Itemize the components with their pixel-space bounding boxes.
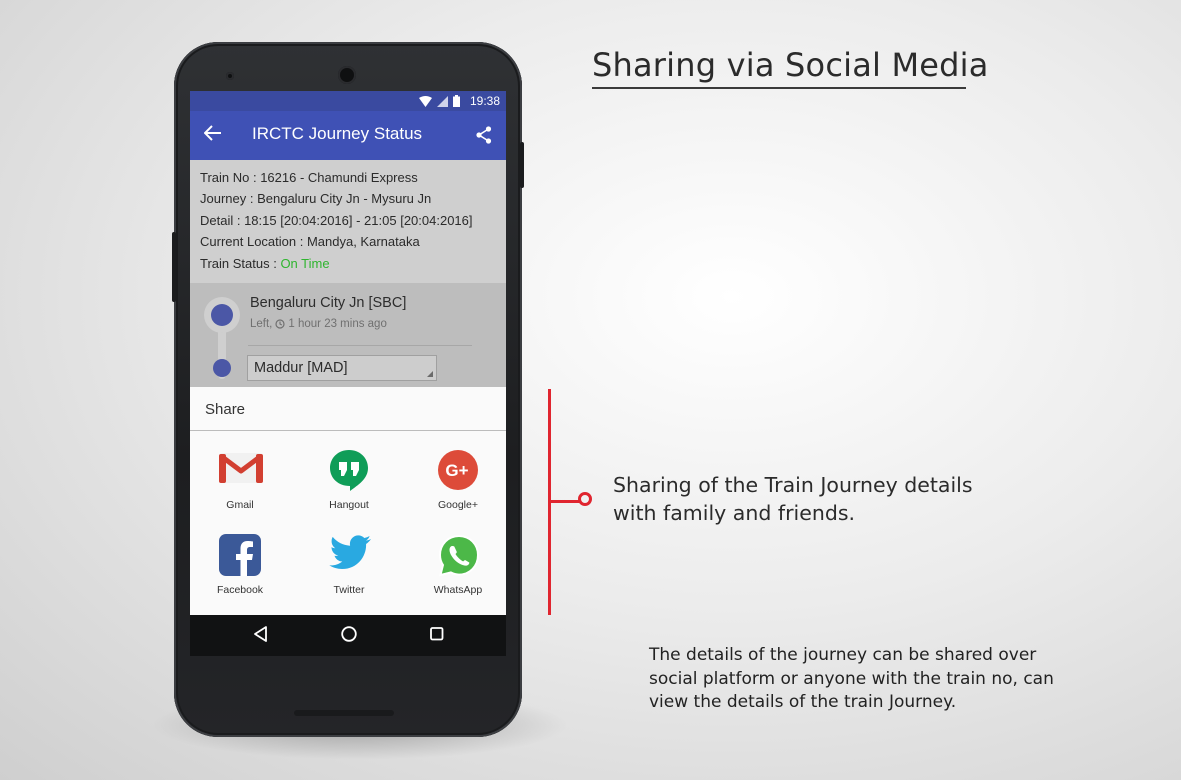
nav-recents-icon[interactable] bbox=[429, 626, 445, 642]
gmail-icon bbox=[219, 453, 263, 483]
nav-back-icon[interactable] bbox=[252, 625, 268, 643]
callout-line: with family and friends. bbox=[613, 501, 856, 525]
hangouts-icon bbox=[330, 450, 368, 491]
description-line: view the details of the train Journey. bbox=[649, 692, 957, 712]
share-app-google-plus[interactable]: G+ Google+ bbox=[408, 445, 506, 525]
whatsapp-icon bbox=[438, 534, 480, 577]
status-bar: 19:38 bbox=[190, 91, 506, 111]
facebook-icon bbox=[219, 534, 261, 576]
wifi-icon bbox=[419, 95, 432, 107]
callout-marker bbox=[578, 492, 592, 506]
share-sheet: Share Gmail Hangout G+ Google+ Facebook … bbox=[190, 387, 506, 615]
detail-line: Detail : 18:15 [20:04:2016] - 21:05 [20:… bbox=[200, 213, 473, 228]
departed-station-prefix: Left, bbox=[250, 318, 273, 330]
share-icon[interactable] bbox=[476, 126, 492, 144]
share-app-label: Twitter bbox=[333, 584, 365, 596]
detail-value: 18:15 [20:04:2016] - 21:05 [20:04:2016] bbox=[244, 213, 473, 228]
callout-line: Sharing of the Train Journey details bbox=[613, 473, 973, 497]
journey-line: Journey : Bengaluru City Jn - Mysuru Jn bbox=[200, 191, 431, 206]
back-arrow-icon[interactable] bbox=[204, 125, 222, 141]
phone-sensor bbox=[226, 72, 234, 80]
train-no-value: 16216 - Chamundi Express bbox=[260, 170, 418, 185]
status-line: Train Status : On Time bbox=[200, 256, 330, 271]
callout-text: Sharing of the Train Journey details wit… bbox=[613, 471, 993, 527]
phone-bottom-speaker bbox=[294, 710, 394, 716]
share-app-twitter[interactable]: Twitter bbox=[299, 530, 399, 610]
description-line: social platform or anyone with the train… bbox=[649, 668, 1054, 689]
journey-value: Bengaluru City Jn - Mysuru Jn bbox=[257, 191, 432, 206]
share-app-label: Google+ bbox=[438, 499, 478, 511]
journey-label: Journey : bbox=[200, 191, 258, 206]
description-line: The details of the journey can be shared… bbox=[649, 645, 1037, 665]
headline-underline bbox=[592, 87, 966, 89]
status-time: 19:38 bbox=[469, 94, 500, 108]
google-plus-icon: G+ bbox=[438, 450, 478, 490]
twitter-icon bbox=[329, 535, 371, 569]
android-nav-bar bbox=[190, 615, 506, 656]
location-line: Current Location : Mandya, Karnataka bbox=[200, 234, 420, 249]
nav-home-icon[interactable] bbox=[340, 625, 358, 643]
share-sheet-divider bbox=[190, 430, 506, 431]
battery-icon bbox=[453, 95, 460, 107]
departed-station-elapsed: 1 hour 23 mins ago bbox=[288, 318, 387, 330]
share-app-label: Gmail bbox=[226, 499, 254, 511]
svg-text:G+: G+ bbox=[445, 461, 468, 480]
phone-screen: 19:38 IRCTC Journey Status Train No : 16… bbox=[190, 91, 506, 656]
location-value: Mandya, Karnataka bbox=[306, 234, 420, 249]
share-app-gmail[interactable]: Gmail bbox=[190, 445, 290, 525]
share-app-hangouts[interactable]: Hangout bbox=[299, 445, 399, 525]
share-app-whatsapp[interactable]: WhatsApp bbox=[408, 530, 506, 610]
status-label: Train Status : bbox=[200, 256, 281, 271]
train-no-label: Train No : bbox=[200, 170, 261, 185]
share-app-label: Hangout bbox=[329, 499, 369, 511]
station-divider bbox=[248, 345, 472, 346]
next-station-dot bbox=[213, 359, 231, 377]
location-label: Current Location : bbox=[200, 234, 307, 249]
next-station-value: Maddur [MAD] bbox=[254, 360, 348, 376]
promo-description: The details of the journey can be shared… bbox=[649, 644, 1079, 715]
departed-station-dot bbox=[211, 304, 233, 326]
phone-front-camera bbox=[338, 66, 356, 84]
dropdown-corner-icon bbox=[427, 371, 433, 377]
signal-icon bbox=[437, 95, 448, 107]
share-app-facebook[interactable]: Facebook bbox=[190, 530, 290, 610]
departed-station-name: Bengaluru City Jn [SBC] bbox=[250, 295, 407, 311]
detail-label: Detail : bbox=[200, 213, 245, 228]
share-app-label: Facebook bbox=[216, 584, 264, 596]
status-icons bbox=[419, 95, 460, 107]
journey-details: Train No : 16216 - Chamundi Express Jour… bbox=[190, 160, 506, 284]
train-no-line: Train No : 16216 - Chamundi Express bbox=[200, 170, 418, 185]
share-sheet-title: Share bbox=[205, 401, 246, 418]
app-bar-title: IRCTC Journey Status bbox=[252, 124, 423, 143]
phone-power-button bbox=[172, 232, 176, 302]
promo-headline: Sharing via Social Media bbox=[592, 46, 989, 84]
callout-connector bbox=[548, 500, 580, 503]
share-app-label: WhatsApp bbox=[433, 584, 483, 596]
train-status-value: On Time bbox=[280, 256, 330, 271]
next-station-dropdown[interactable]: Maddur [MAD] bbox=[247, 355, 437, 381]
station-timeline: Bengaluru City Jn [SBC] Left, 1 hour 23 … bbox=[190, 283, 506, 387]
phone-volume-button bbox=[520, 142, 524, 188]
departed-station-time: Left, 1 hour 23 mins ago bbox=[250, 318, 387, 330]
app-bar: IRCTC Journey Status bbox=[190, 111, 506, 160]
phone-device: 19:38 IRCTC Journey Status Train No : 16… bbox=[172, 42, 524, 737]
clock-icon bbox=[275, 319, 285, 329]
